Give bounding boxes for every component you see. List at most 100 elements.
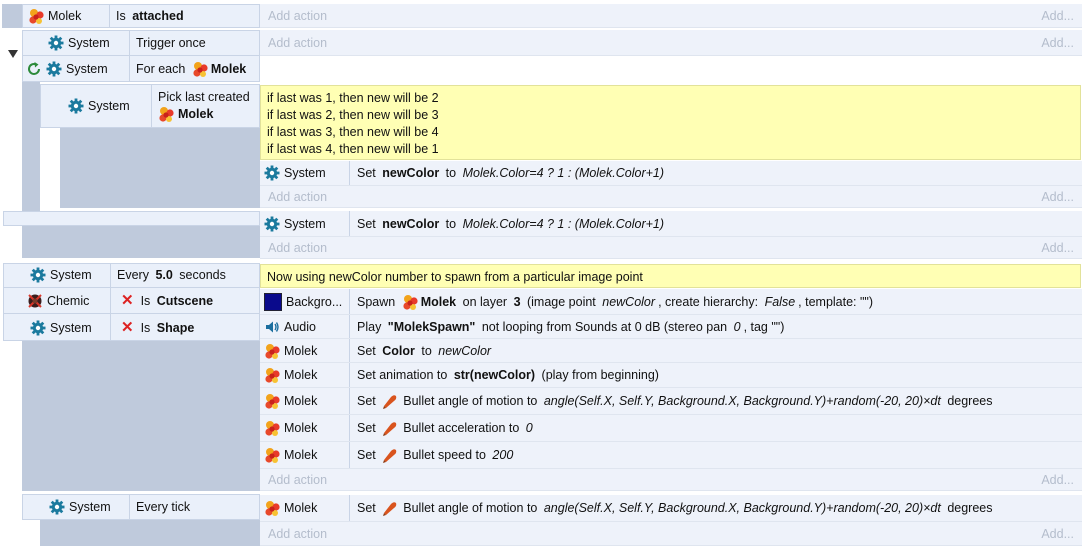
action-text[interactable]: Play "MolekSpawn" not looping from Sound… [350,320,784,334]
action-param: newColor [382,216,440,231]
action-set-color[interactable]: Molek Set Color to newColor [260,339,1082,363]
action-text-part: Set [357,216,380,231]
action-text[interactable]: Set Bullet angle of motion to angle(Self… [350,500,993,516]
action-play-audio[interactable]: Audio Play "MolekSpawn" not looping from… [260,315,1082,339]
action-text[interactable]: Set newColor to Molek.Color=4 ? 1 : (Mol… [350,166,664,180]
add-link[interactable]: Add... [1041,241,1074,255]
action-spawn[interactable]: Backgro... Spawn Molek on layer 3 (image… [260,289,1082,315]
condition-molek-is-attached[interactable]: Molek Is attached [22,4,260,28]
action-object[interactable]: Molek [260,442,350,468]
action-object[interactable]: Molek [260,363,350,387]
add-action-link[interactable]: Add action [268,241,327,255]
add-action-row[interactable]: Add action Add... [260,522,1082,546]
action-object[interactable]: Molek [260,388,350,414]
comment-line: if last was 4, then new will be 1 [267,142,439,156]
action-set-newcolor[interactable]: System Set newColor to Molek.Color=4 ? 1… [260,161,1082,186]
action-object[interactable]: System [260,161,350,185]
condition-object[interactable]: System [22,494,130,520]
add-link[interactable]: Add... [1041,527,1074,541]
condition-text[interactable]: ✕ Is Cutscene [111,288,213,313]
add-action-row[interactable]: Add action Add... [260,237,1082,259]
condition-text-pre: Is [140,320,154,335]
add-action-link[interactable]: Add action [268,527,327,541]
event-margin[interactable] [22,341,260,491]
condition-object[interactable]: Chemic [3,288,111,313]
action-text[interactable]: Set Bullet angle of motion to angle(Self… [350,393,993,409]
condition-text[interactable]: Is attached [110,4,184,28]
action-bullet-angle[interactable]: Molek Set Bullet angle of motion to angl… [260,495,1082,522]
action-text[interactable]: Set Color to newColor [350,344,491,358]
condition-every-tick[interactable]: System Every tick [22,494,260,520]
add-link[interactable]: Add... [1041,9,1074,23]
condition-is-shape[interactable]: System ✕ Is Shape [3,314,260,341]
add-link[interactable]: Add... [1041,473,1074,487]
action-text[interactable]: Set newColor to Molek.Color=4 ? 1 : (Mol… [350,217,664,231]
action-text-part: Play [357,319,385,334]
action-expression: angle(Self.X, Self.Y, Background.X, Back… [543,501,941,515]
event-margin[interactable] [60,128,260,208]
action-text-part: to [442,216,460,231]
condition-object[interactable]: System [22,30,130,55]
add-action-row[interactable]: Add action Add... [260,30,1082,56]
comment[interactable]: if last was 1, then new will be 2 if las… [260,85,1081,160]
add-action-row[interactable]: Add action Add... [260,469,1082,491]
event-margin[interactable] [22,226,260,258]
action-object-name: Molek [284,394,318,408]
condition-param: Cutscene [156,293,214,308]
action-object[interactable]: Molek [260,415,350,441]
condition-is-cutscene[interactable]: Chemic ✕ Is Cutscene [3,288,260,314]
action-text[interactable]: Spawn Molek on layer 3 (image point newC… [350,294,873,310]
collapse-arrow-icon[interactable] [7,49,19,59]
action-text-part: Bullet angle of motion to [403,501,541,515]
event-margin[interactable] [40,520,260,546]
condition-text[interactable]: Trigger once [130,30,206,55]
condition-object[interactable]: Molek [22,4,110,28]
condition-text[interactable]: Pick last created Molek [152,84,250,128]
condition-object[interactable]: System [22,56,130,82]
bullet-icon [383,422,397,436]
action-text[interactable]: Set Bullet acceleration to 0 [350,420,533,436]
condition-every-seconds[interactable]: System Every 5.0 seconds [3,263,260,288]
add-action-link[interactable]: Add action [268,473,327,487]
action-text[interactable]: Set Bullet speed to 200 [350,447,513,463]
add-action-link[interactable]: Add action [268,9,327,23]
condition-pick-last-created[interactable]: System Pick last created Molek [40,84,260,128]
molek-icon [29,9,44,24]
action-bullet-acceleration[interactable]: Molek Set Bullet acceleration to 0 [260,415,1082,442]
condition-object[interactable]: System [3,314,111,341]
add-link[interactable]: Add... [1041,36,1074,50]
add-action-row[interactable]: Add action Add... [260,4,1082,28]
condition-text[interactable]: For each Molek [130,56,246,82]
action-bullet-angle[interactable]: Molek Set Bullet angle of motion to angl… [260,388,1082,415]
action-object[interactable]: Molek [260,495,350,521]
add-action-link[interactable]: Add action [268,36,327,50]
event-margin[interactable] [2,4,22,28]
condition-text[interactable]: Every 5.0 seconds [111,263,226,287]
condition-for-each[interactable]: System For each Molek [22,56,260,82]
event-4-conditions[interactable] [3,211,260,226]
comment[interactable]: Now using newColor number to spawn from … [260,264,1081,288]
condition-object[interactable]: System [40,84,152,128]
condition-trigger-once[interactable]: System Trigger once [22,30,260,56]
gear-icon [48,35,64,50]
action-text-part: to [442,166,460,180]
action-set-newcolor[interactable]: System Set newColor to Molek.Color=4 ? 1… [260,211,1082,237]
action-text-part: Set [357,343,380,358]
action-text-part: Set [357,394,380,408]
add-action-link[interactable]: Add action [268,190,327,204]
invert-icon: ✕ [121,291,134,309]
action-set-animation[interactable]: Molek Set animation to str(newColor) (pl… [260,363,1082,388]
add-action-row[interactable]: Add action Add... [260,186,1082,208]
add-link[interactable]: Add... [1041,190,1074,204]
action-bullet-speed[interactable]: Molek Set Bullet speed to 200 [260,442,1082,469]
action-text-part: (play from beginning) [538,368,659,382]
condition-object[interactable]: System [3,263,111,287]
action-text-part: on layer [459,294,511,309]
action-text[interactable]: Set animation to str(newColor) (play fro… [350,368,659,382]
condition-text[interactable]: ✕ Is Shape [111,314,194,341]
condition-text[interactable]: Every tick [130,494,190,520]
action-object[interactable]: Backgro... [260,289,350,314]
action-object[interactable]: System [260,211,350,236]
action-object[interactable]: Molek [260,339,350,362]
action-object[interactable]: Audio [260,315,350,338]
